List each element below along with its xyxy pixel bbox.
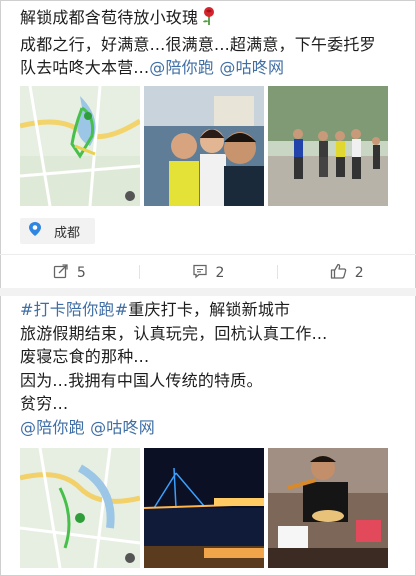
divider xyxy=(0,254,416,255)
photo-grid xyxy=(20,86,388,206)
post-line: 成都之行，好满意...很满意...超满意，下午委托罗 xyxy=(20,34,376,54)
post-line: 贫穷... xyxy=(20,394,69,413)
repost-icon xyxy=(53,263,69,283)
photo-thumbnail-eating[interactable] xyxy=(268,448,388,568)
post-line: 解锁成都含苞待放小玫瑰 xyxy=(20,6,402,33)
feed-post: 解锁成都含苞待放小玫瑰 成都之行，好满意...很满意...超满意，下午委托罗 队… xyxy=(0,0,416,288)
photo-grid xyxy=(20,448,388,568)
location-pin-icon xyxy=(28,221,42,241)
comment-button[interactable]: 2 xyxy=(138,258,278,288)
location-tag[interactable]: 成都 xyxy=(20,218,95,244)
like-count: 2 xyxy=(354,265,364,281)
like-button[interactable]: 2 xyxy=(277,258,416,288)
post-line: 因为...我拥有中国人传统的特质。 xyxy=(20,370,263,390)
post-line: 旅游假期结束，认真玩完，回杭认真工作... xyxy=(20,323,328,343)
mention-link[interactable]: @陪你跑 xyxy=(20,418,85,437)
post-line: 队去咕咚大本营...@陪你跑 @咕咚网 xyxy=(20,58,285,77)
rose-icon xyxy=(200,6,218,33)
repost-count: 5 xyxy=(76,265,86,281)
photo-thumbnail-map[interactable] xyxy=(20,448,140,568)
repost-button[interactable]: 5 xyxy=(0,258,139,288)
post-line: #打卡陪你跑#重庆打卡，解锁新城市 xyxy=(20,300,291,319)
photo-thumbnail-selfie[interactable] xyxy=(144,86,264,206)
post-line: 废寝忘食的那种... xyxy=(20,347,150,366)
mention-link[interactable]: @咕咚网 xyxy=(219,58,284,77)
mention-link[interactable]: @咕咚网 xyxy=(90,418,155,437)
hashtag-link[interactable]: #打卡陪你跑# xyxy=(20,300,128,319)
post-line: @陪你跑 @咕咚网 xyxy=(20,416,402,440)
location-label: 成都 xyxy=(54,225,81,241)
thumbs-up-icon xyxy=(330,263,347,283)
feed-post: #打卡陪你跑#重庆打卡，解锁新城市 旅游假期结束，认真玩完，回杭认真工作... … xyxy=(0,296,416,576)
mention-link[interactable]: @陪你跑 xyxy=(149,58,214,77)
post-separator xyxy=(0,288,416,296)
comment-icon xyxy=(192,263,208,283)
action-bar: 5 2 2 xyxy=(0,258,416,288)
post-text: 解锁成都含苞待放小玫瑰 成都之行，好满意...很满意...超满意，下午委托罗 队… xyxy=(20,6,402,80)
photo-thumbnail-group[interactable] xyxy=(268,86,388,206)
photo-thumbnail-night-bridge[interactable] xyxy=(144,448,264,568)
photo-thumbnail-map[interactable] xyxy=(20,86,140,206)
comment-count: 2 xyxy=(215,265,225,281)
post-text: #打卡陪你跑#重庆打卡，解锁新城市 旅游假期结束，认真玩完，回杭认真工作... … xyxy=(20,298,402,439)
